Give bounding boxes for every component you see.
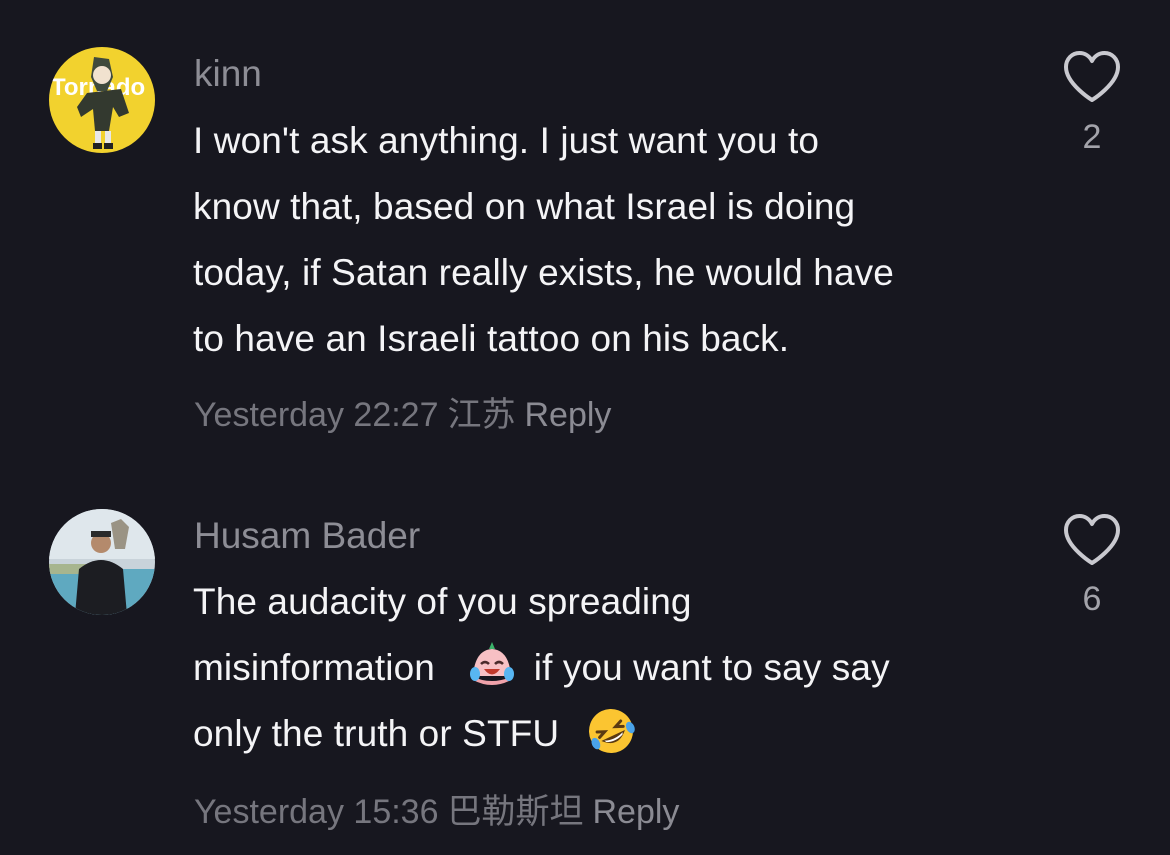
comment-line: know that, based on what Israel is doing [193,186,856,227]
comment-line: today, if Satan really exists, he would … [193,252,894,293]
location: 巴勒斯坦 [447,793,584,831]
comment-line-segment: only the truth or STFU [193,713,560,754]
comment-item: Husam Bader The audacity of you spreadin… [0,450,1170,855]
timestamp: Yesterday 15:36 [194,793,439,831]
comment-text: I won't ask anything. I just want you to… [193,108,1033,372]
rolling-on-floor-laughing-emoji [588,709,635,753]
username[interactable]: Husam Bader [194,515,420,557]
comment-text: The audacity of you spreading misinforma… [193,569,1033,767]
timestamp: Yesterday 22:27 [194,396,439,434]
reply-button[interactable]: Reply [525,396,612,434]
comment-line: only the truth or STFU [193,701,1033,767]
avatar[interactable]: Tornado [49,47,155,153]
like-count: 2 [1082,118,1102,156]
username[interactable]: kinn [194,53,262,95]
comment-line: I won't ask anything. I just want you to [193,120,820,161]
comment-line-segment: if you want to say say [533,647,890,688]
location: 江苏 [447,396,516,434]
comment-meta: Yesterday 15:36 巴勒斯坦 Reply [194,784,688,833]
comment-line: The audacity of you spreading [193,581,692,622]
heart-outline-icon[interactable] [1062,513,1122,567]
comment-line-segment: misinformation [193,647,435,688]
comment-line: misinformation if you want to say say [193,635,1033,701]
avatar[interactable] [49,509,155,615]
heart-outline-icon[interactable] [1062,50,1122,104]
comment-meta: Yesterday 22:27 江苏 Reply [194,387,620,436]
comment-line: to have an Israeli tattoo on his back. [193,318,790,359]
like-count: 6 [1082,580,1102,618]
comment-item: Tornado kinn I won't ask anything. I jus… [0,0,1170,450]
crying-laughing-face-emoji [470,642,515,685]
reply-button[interactable]: Reply [593,793,680,831]
